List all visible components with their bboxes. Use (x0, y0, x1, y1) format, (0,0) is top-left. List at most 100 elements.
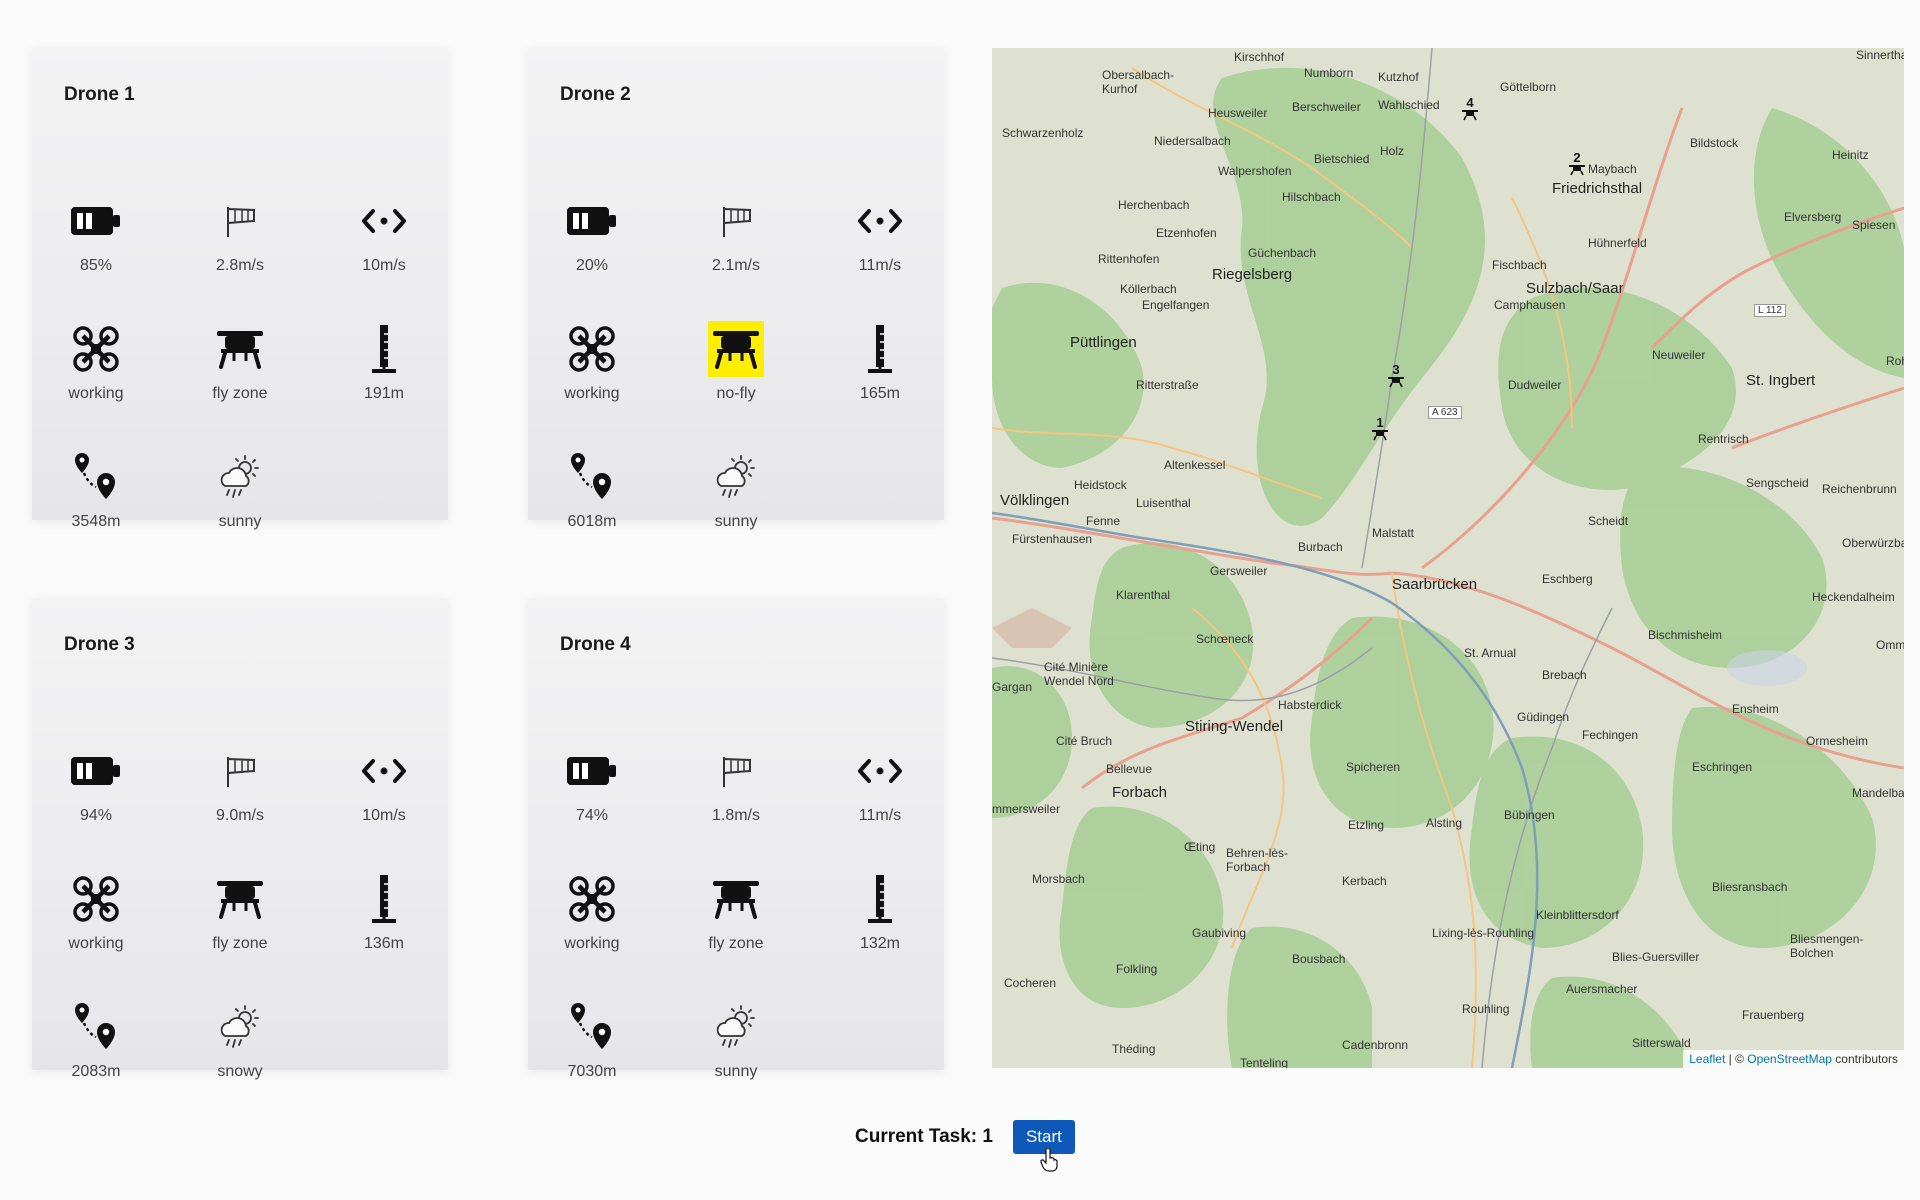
map-attribution: Leaflet | © OpenStreetMap contributors (1683, 1050, 1904, 1068)
battery-icon (564, 743, 620, 799)
map-label: Güchenbach (1248, 246, 1317, 260)
map-label: Hilschbach (1282, 190, 1341, 204)
speed-stat: 11m/s (825, 723, 935, 833)
map-label: Gargan (992, 680, 1033, 694)
speed-value: 10m/s (362, 807, 406, 824)
hand-cursor-icon (1040, 1148, 1058, 1172)
drone-card-3: Drone 3 94% 9.0m/s 10m/s working fly zon… (32, 598, 448, 1080)
map-view[interactable]: Saarbrücken Riegelsberg Püttlingen Völkl… (992, 48, 1904, 1068)
map-label: Kutzhof (1378, 70, 1419, 84)
map-label: Kleinblittersdorf (1536, 908, 1619, 922)
map-label: Bliesmengen-Bolchen (1790, 932, 1864, 960)
map-label: Neuweiler (1652, 348, 1706, 362)
zone-value: fly zone (708, 935, 764, 952)
map-label: Schwarzenholz (1002, 126, 1084, 140)
map-label: Heinitz (1832, 148, 1869, 162)
drone-zone-icon (708, 321, 764, 377)
wind-stat: 2.8m/s (185, 173, 295, 283)
map-label: Théding (1112, 1042, 1156, 1056)
speed-arrows-icon (852, 743, 908, 799)
drone-marker-4[interactable]: 4 (1459, 96, 1481, 126)
drone-title: Drone 2 (560, 84, 631, 105)
drone-marker-icon (1569, 165, 1585, 176)
map-label: Maybach (1588, 162, 1637, 176)
map-label: Œting (1184, 840, 1216, 854)
leaflet-link[interactable]: Leaflet (1689, 1052, 1725, 1066)
map-label: Mandelbach (1852, 786, 1904, 800)
wind-sock-icon (708, 743, 764, 799)
map-label: Tenteling (1240, 1056, 1289, 1068)
zone-stat: fly zone (185, 851, 295, 961)
wind-value: 1.8m/s (711, 807, 760, 824)
map-label: Etzenhofen (1156, 226, 1217, 240)
weather-stat: sunny (681, 429, 791, 539)
drone-marker-1[interactable]: 1 (1369, 416, 1391, 446)
distance-stat: 7030m (537, 979, 647, 1089)
map-label: Fenne (1086, 514, 1121, 528)
speed-arrows-icon (356, 743, 412, 799)
speed-stat: 10m/s (329, 723, 439, 833)
drone-zone-icon (708, 871, 764, 927)
map-label: Obersalbach-Kurhof (1102, 68, 1175, 96)
drone-icon (68, 321, 124, 377)
distance-stat: 6018m (537, 429, 647, 539)
map-label: Auersmacher (1566, 982, 1638, 996)
map-label: Rittenhofen (1098, 252, 1160, 266)
weather-value: sunny (218, 513, 262, 530)
altitude-stat: 132m (825, 851, 935, 961)
map-label: Fürstenhausen (1012, 532, 1093, 546)
distance-value: 6018m (567, 513, 617, 530)
road-label: L 112 (1754, 304, 1786, 317)
map-label: Numborn (1304, 66, 1354, 80)
drone-marker-2[interactable]: 2 (1566, 151, 1588, 181)
map-label: Klarenthal (1116, 588, 1171, 602)
map-label: Fechingen (1582, 728, 1639, 742)
status-stat: working (537, 301, 647, 411)
map-label: Gersweiler (1210, 564, 1268, 578)
current-task-label: Current Task: 1 (855, 1126, 993, 1147)
map-label: Scheidt (1588, 514, 1629, 528)
drone-card-4: Drone 4 74% 1.8m/s 11m/s working fly zon… (528, 598, 944, 1080)
map-label: Herchenbach (1118, 198, 1190, 212)
map-label: Habsterdick (1278, 698, 1342, 712)
map-label: Cadenbronn (1342, 1038, 1409, 1052)
map-label: Burbach (1298, 540, 1343, 554)
speed-arrows-icon (356, 193, 412, 249)
drone-marker-3[interactable]: 3 (1385, 363, 1407, 393)
altitude-stat: 191m (329, 301, 439, 411)
map-label: Sitterswald (1632, 1036, 1691, 1050)
map-label: St. Ingbert (1746, 372, 1816, 389)
drone-title: Drone 4 (560, 634, 631, 655)
map-label: Bischmisheim (1648, 628, 1723, 642)
speed-value: 11m/s (858, 807, 902, 824)
map-label: Lixing-lès-Rouhling (1432, 926, 1535, 940)
osm-link[interactable]: OpenStreetMap (1747, 1052, 1832, 1066)
speed-value: 11m/s (858, 257, 902, 274)
map-label: Frauenberg (1742, 1008, 1805, 1022)
status-stat: working (537, 851, 647, 961)
map-label: Dudweiler (1508, 378, 1562, 392)
map-label: Blies-Guersviller (1612, 950, 1700, 964)
map-label: Etzling (1348, 818, 1385, 832)
zone-stat: no-fly (681, 301, 791, 411)
battery-icon (68, 193, 124, 249)
map-label: Omme (1876, 638, 1904, 652)
map-label: Gaubiving (1192, 926, 1247, 940)
map-label: Reichenbrunn (1822, 482, 1897, 496)
battery-value: 20% (575, 257, 609, 274)
altitude-icon (852, 871, 908, 927)
map-label: Fischbach (1492, 258, 1547, 272)
drone-marker-icon (1462, 110, 1478, 121)
wind-sock-icon (212, 743, 268, 799)
map-label: Elversberg (1784, 210, 1842, 224)
status-value: working (564, 935, 620, 952)
battery-value: 74% (575, 807, 609, 824)
map-label: Stiring-Wendel (1185, 718, 1284, 735)
map-label: Eschringen (1692, 760, 1753, 774)
wind-stat: 1.8m/s (681, 723, 791, 833)
speed-stat: 11m/s (825, 173, 935, 283)
map-label: Bellevue (1106, 762, 1153, 776)
altitude-value: 191m (363, 385, 405, 402)
map-label: Spicheren (1346, 760, 1401, 774)
map-label: Bousbach (1292, 952, 1346, 966)
